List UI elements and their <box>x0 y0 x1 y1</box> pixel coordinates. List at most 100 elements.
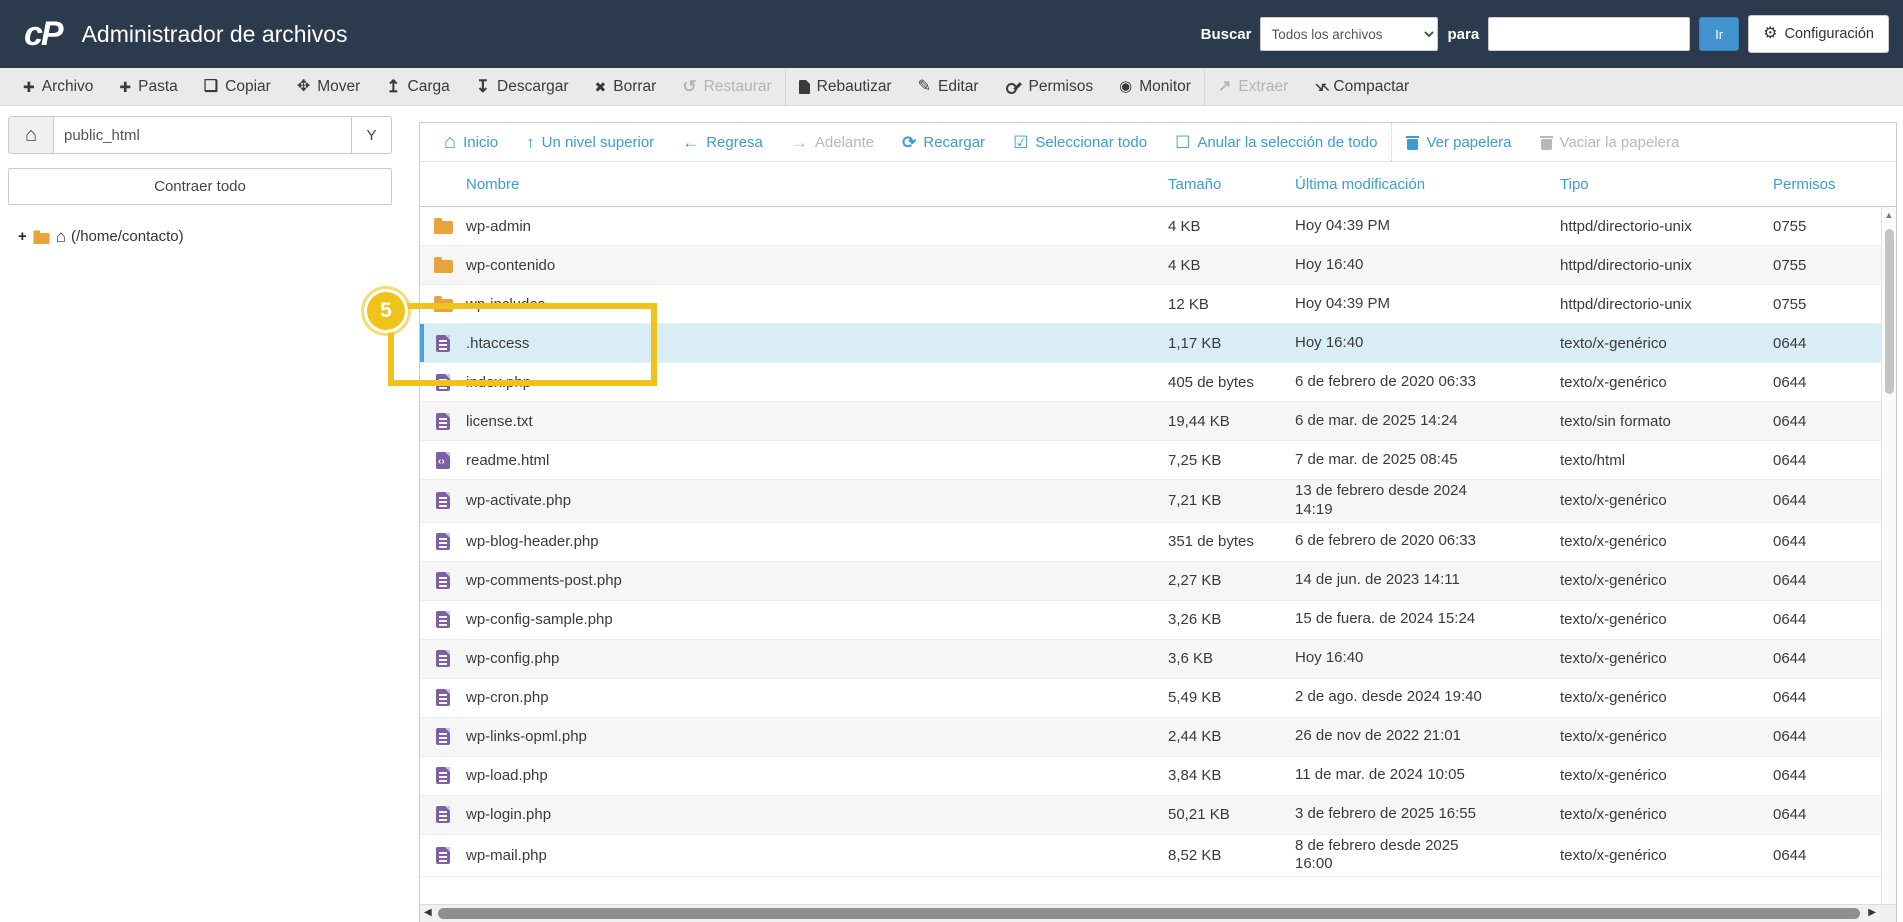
file-size: 7,21 KB <box>1168 492 1222 510</box>
column-header-name[interactable]: Nombre <box>466 176 1168 193</box>
file-name[interactable]: wp-config-sample.php <box>466 611 1168 628</box>
tree-root-item[interactable]: + (/home/contacto) <box>8 228 392 245</box>
column-header-type[interactable]: Tipo <box>1560 176 1773 193</box>
scroll-left-icon[interactable]: ◀ <box>424 907 432 918</box>
x-icon <box>595 80 607 94</box>
search-input[interactable] <box>1488 17 1691 51</box>
table-row[interactable]: wp-load.php 3,84 KB 11 de mar. de 2024 1… <box>420 757 1881 796</box>
toolbar-button[interactable]: Restaurar <box>669 68 786 105</box>
file-name[interactable]: wp-admin <box>466 218 1168 235</box>
toolbar-button[interactable]: Archivo <box>10 68 106 105</box>
scroll-up-icon[interactable]: ▲ <box>1882 210 1896 220</box>
toolbar-button[interactable]: Editar <box>905 68 992 105</box>
file-modified: 11 de mar. de 2024 10:05 <box>1295 766 1465 784</box>
pencil-icon <box>918 79 931 95</box>
file-type: texto/x-genérico <box>1560 611 1667 628</box>
file-name[interactable]: wp-blog-header.php <box>466 533 1168 550</box>
table-row[interactable]: wp-comments-post.php 2,27 KB 14 de jun. … <box>420 561 1881 601</box>
table-row[interactable]: index.php 405 de bytes 6 de febrero de 2… <box>420 363 1881 402</box>
nav-button[interactable]: Adelante <box>777 123 888 161</box>
column-header-perms[interactable]: Permisos <box>1773 176 1896 193</box>
table-row[interactable]: wp-includes 12 KB Hoy 04:39 PM httpd/dir… <box>420 285 1881 324</box>
scroll-right-icon[interactable]: ▶ <box>1868 907 1876 918</box>
file-perms: 0644 <box>1773 451 1807 469</box>
horizontal-scrollbar[interactable]: ◀ ▶ <box>420 904 1896 922</box>
table-row[interactable]: wp-config.php 3,6 KB Hoy 16:40 texto/x-g… <box>420 639 1881 679</box>
nav-button[interactable]: Seleccionar todo <box>999 123 1161 161</box>
vertical-scrollbar[interactable]: ▲ ▼ <box>1881 207 1896 922</box>
search-go-button[interactable]: Ir <box>1699 17 1740 51</box>
table-row[interactable]: wp-mail.php 8,52 KB 8 de febrero desde 2… <box>420 835 1881 877</box>
file-modified: Hoy 16:40 <box>1295 333 1364 351</box>
table-row[interactable]: wp-login.php 50,21 KB 3 de febrero de 20… <box>420 795 1881 835</box>
file-name[interactable]: wp-contenido <box>466 257 1168 274</box>
nav-button[interactable]: Regresa <box>668 123 777 161</box>
column-header-modified[interactable]: Última modificación <box>1295 176 1560 193</box>
file-name[interactable]: wp-mail.php <box>466 847 1168 864</box>
file-size: 8,52 KB <box>1168 846 1222 864</box>
file-name[interactable]: .htaccess <box>466 335 1168 352</box>
table-row[interactable]: wp-blog-header.php 351 de bytes 6 de feb… <box>420 523 1881 562</box>
home-directory-button[interactable] <box>8 116 54 154</box>
file-name[interactable]: index.php <box>466 374 1168 391</box>
settings-button[interactable]: Configuración <box>1748 15 1889 53</box>
toolbar-button[interactable]: Borrar <box>582 68 670 105</box>
table-row[interactable]: readme.html 7,25 KB 7 de mar. de 2025 08… <box>420 441 1881 480</box>
file-type: texto/x-genérico <box>1560 373 1667 391</box>
toolbar-button[interactable]: Extraer <box>1205 68 1301 105</box>
file-name[interactable]: wp-login.php <box>466 806 1168 823</box>
table-row[interactable]: wp-admin 4 KB Hoy 04:39 PM httpd/directo… <box>420 207 1881 246</box>
file-name[interactable]: wp-config.php <box>466 650 1168 667</box>
search-scope-select[interactable]: Todos los archivos <box>1260 17 1439 51</box>
toolbar-button[interactable]: Rebautizar <box>786 68 905 105</box>
file-name[interactable]: readme.html <box>466 452 1168 469</box>
table-row[interactable]: wp-links-opml.php 2,44 KB 26 de nov de 2… <box>420 717 1881 757</box>
file-perms: 0644 <box>1773 806 1807 823</box>
collapse-all-button[interactable]: Contraer todo <box>8 168 392 205</box>
toolbar-button[interactable]: Compactar <box>1301 68 1422 105</box>
toolbar-button[interactable]: Mover <box>284 68 373 105</box>
file-modified: 2 de ago. desde 2024 19:40 <box>1295 688 1482 706</box>
table-row[interactable]: wp-config-sample.php 3,26 KB 15 de fuera… <box>420 601 1881 640</box>
table-row[interactable]: .htaccess 1,17 KB Hoy 16:40 texto/x-gené… <box>420 324 1881 363</box>
file-modified: Hoy 04:39 PM <box>1295 294 1391 312</box>
header-search-area: Buscar Todos los archivos para Ir Config… <box>1201 15 1889 53</box>
table-row[interactable]: wp-activate.php 7,21 KB 13 de febrero de… <box>420 480 1881 523</box>
file-name[interactable]: wp-load.php <box>466 767 1168 784</box>
tree-root-label: (/home/contacto) <box>71 228 184 245</box>
tree-expand-icon[interactable]: + <box>18 228 27 245</box>
file-name[interactable]: wp-activate.php <box>466 492 1168 509</box>
toolbar-button[interactable]: Permisos <box>992 68 1107 105</box>
file-name[interactable]: wp-includes <box>466 296 1168 313</box>
nav-button[interactable]: Un nivel superior <box>512 123 668 161</box>
file-perms: 0644 <box>1773 767 1807 784</box>
table-row[interactable]: license.txt 19,44 KB 6 de mar. de 2025 1… <box>420 402 1881 441</box>
toolbar-button-label: Restaurar <box>703 77 772 95</box>
column-header-size[interactable]: Tamaño <box>1168 176 1295 193</box>
undo-icon <box>682 78 696 95</box>
toolbar-button[interactable]: Copiar <box>191 68 284 105</box>
path-input[interactable] <box>54 116 352 154</box>
toolbar-button[interactable]: Descargar <box>463 68 582 105</box>
file-type: httpd/directorio-unix <box>1560 256 1692 274</box>
file-type: texto/x-genérico <box>1560 806 1667 823</box>
folder-icon <box>433 218 453 234</box>
toolbar-button[interactable]: Carga <box>373 68 462 105</box>
nav-button[interactable]: Ver papelera <box>1391 123 1525 161</box>
file-name[interactable]: wp-comments-post.php <box>466 572 1168 589</box>
toolbar-button[interactable]: Monitor <box>1106 68 1205 105</box>
horizontal-scrollbar-thumb[interactable] <box>438 908 1860 919</box>
file-perms: 0644 <box>1773 650 1807 667</box>
file-name[interactable]: wp-links-opml.php <box>466 728 1168 745</box>
file-name[interactable]: wp-cron.php <box>466 689 1168 706</box>
nav-button[interactable]: Inicio <box>430 123 512 161</box>
path-go-button[interactable]: Y <box>352 116 392 154</box>
table-row[interactable]: wp-contenido 4 KB Hoy 16:40 httpd/direct… <box>420 246 1881 285</box>
nav-button[interactable]: Vaciar la papelera <box>1526 123 1694 161</box>
toolbar-button[interactable]: Pasta <box>106 68 190 105</box>
vertical-scrollbar-thumb[interactable] <box>1885 229 1894 394</box>
table-row[interactable]: wp-cron.php 5,49 KB 2 de ago. desde 2024… <box>420 679 1881 718</box>
file-name[interactable]: license.txt <box>466 413 1168 430</box>
nav-button[interactable]: Anular la selección de todo <box>1161 123 1391 161</box>
nav-button[interactable]: Recargar <box>888 123 999 161</box>
